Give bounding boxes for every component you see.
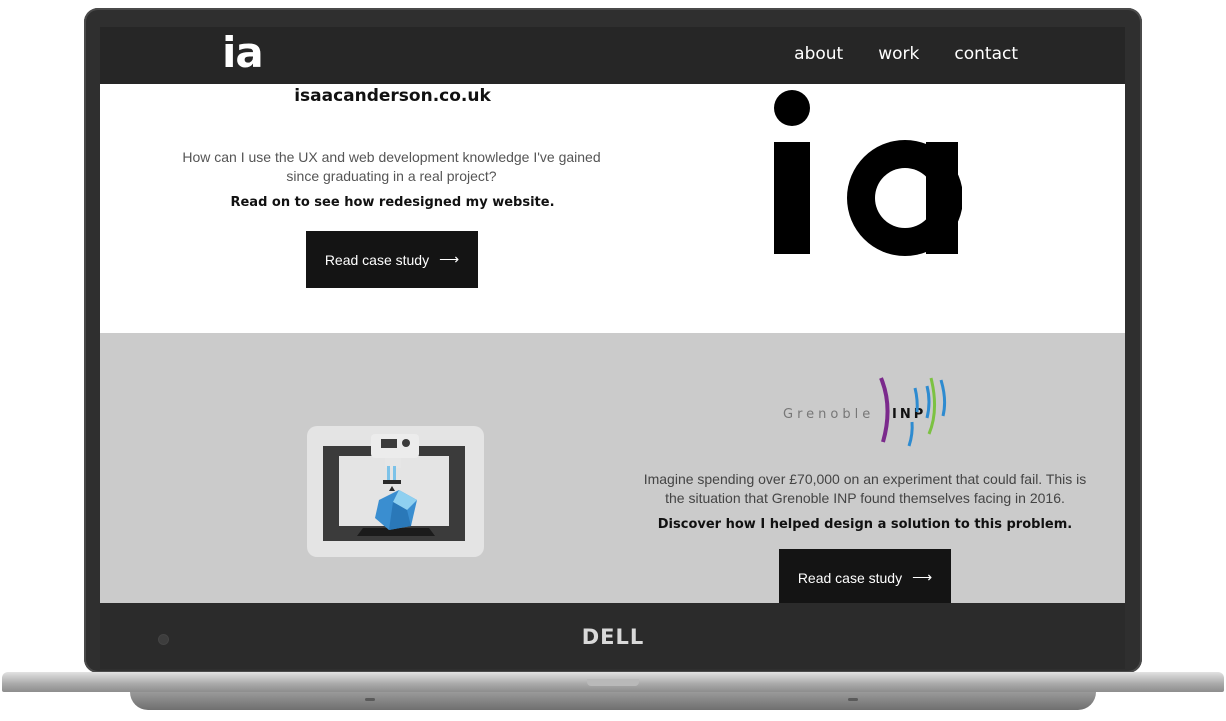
read-case-study-button-grenoble[interactable]: Read case study ⟶	[779, 549, 951, 603]
top-nav: ia about work contact	[100, 27, 1125, 84]
svg-text:INP: INP	[892, 407, 926, 422]
big-logo-text: ia	[772, 89, 773, 90]
nav-links: about work contact	[794, 44, 1018, 64]
3d-printer-illustration	[307, 426, 484, 557]
laptop-notch	[587, 679, 639, 686]
project-description: Imagine spending over £70,000 on an expe…	[643, 471, 1087, 506]
hero-project-section: isaacanderson.co.uk How can I use the UX…	[100, 84, 1125, 333]
grenoble-project-section: Grenoble INP Imagine spending over £70,0…	[100, 333, 1125, 603]
button-label: Read case study	[797, 569, 903, 586]
arrow-right-icon: ⟶	[439, 251, 460, 267]
nav-link-contact[interactable]: contact	[954, 44, 1018, 64]
hero-question: How can I use the UX and web development…	[182, 149, 601, 184]
read-case-study-button-website[interactable]: Read case study ⟶	[306, 231, 478, 288]
hero-tagline: Read on to see how redesigned my website…	[230, 195, 555, 210]
project-tagline: Discover how I helped design a solution …	[657, 517, 1073, 532]
browser-viewport: ia about work contact isaacanderson.co.u…	[100, 27, 1125, 603]
arrow-right-icon: ⟶	[912, 569, 933, 585]
hero-site-title: isaacanderson.co.uk	[294, 86, 491, 106]
laptop-brand-logo: DELL	[581, 625, 645, 649]
svg-text:Grenoble: Grenoble	[783, 407, 874, 422]
grenoble-inp-logo: Grenoble INP	[783, 377, 947, 447]
ia-logo-large: ia	[772, 89, 962, 256]
foot-dot	[848, 698, 858, 701]
nav-link-about[interactable]: about	[794, 44, 843, 64]
nav-link-work[interactable]: work	[878, 44, 919, 64]
site-logo[interactable]: ia	[222, 27, 264, 84]
button-label: Read case study	[324, 251, 430, 268]
foot-dot	[365, 698, 375, 701]
laptop-foot	[130, 692, 1096, 710]
